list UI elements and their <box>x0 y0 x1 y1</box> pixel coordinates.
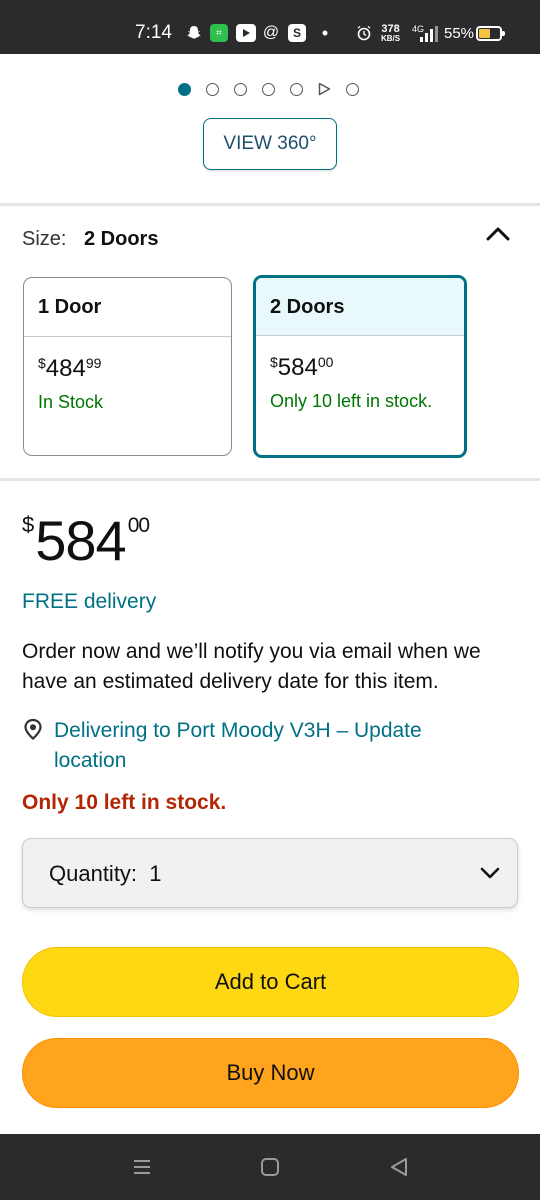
size-label: Size: <box>22 228 67 250</box>
image-carousel-indicator <box>178 82 359 96</box>
size-option-price: $48499 <box>38 355 231 383</box>
alarm-icon <box>354 24 374 42</box>
price-cents: 00 <box>127 514 150 537</box>
youtube-icon <box>236 24 256 42</box>
carousel-video-icon[interactable] <box>318 82 331 96</box>
system-navigation-bar <box>0 1134 540 1200</box>
price-whole: 484 <box>45 355 86 382</box>
size-option-1-door[interactable]: 1 Door $48499 In Stock <box>23 277 232 456</box>
size-option-stock: Only 10 left in stock. <box>270 391 433 411</box>
price-cents: 99 <box>85 355 102 371</box>
add-to-cart-button[interactable]: Add to Cart <box>22 947 519 1017</box>
size-option-name: 1 Door <box>24 278 231 337</box>
price-whole: 584 <box>35 509 126 572</box>
carousel-dot[interactable] <box>290 82 303 96</box>
section-divider <box>0 478 540 481</box>
free-delivery-link[interactable]: FREE delivery <box>22 590 156 614</box>
dot-icon: • <box>321 22 329 43</box>
size-option-price: $58400 <box>270 354 464 382</box>
carousel-dot[interactable] <box>262 82 275 96</box>
buy-now-button[interactable]: Buy Now <box>22 1038 519 1108</box>
threads-icon: @ <box>262 24 280 41</box>
network-speed: 378 KB/S <box>381 24 400 44</box>
price-whole: 584 <box>277 354 318 381</box>
carousel-dot-active[interactable] <box>178 82 191 96</box>
status-bar: 7:14 ⌗ @ S • 378 KB/S 4G 55% <box>0 0 540 54</box>
carousel-dot[interactable] <box>206 82 219 96</box>
home-icon[interactable] <box>258 1156 282 1178</box>
battery-icon <box>476 26 505 41</box>
signal-icon <box>420 26 440 42</box>
chevron-down-icon <box>480 867 500 879</box>
network-speed-unit: KB/S <box>381 34 401 43</box>
back-icon[interactable] <box>387 1156 411 1178</box>
location-pin-icon <box>24 718 42 740</box>
size-option-name: 2 Doors <box>256 278 464 336</box>
price-cents: 00 <box>317 354 334 370</box>
s-app-icon: S <box>288 24 306 42</box>
delivery-location-link[interactable]: Delivering to Port Moody V3H – Update lo… <box>54 716 494 776</box>
snapchat-icon <box>185 24 203 42</box>
status-time: 7:14 <box>135 22 172 43</box>
quantity-label: Quantity: 1 <box>49 861 162 886</box>
price-symbol: $ <box>38 355 46 371</box>
delivery-notice: Order now and we’ll notify you via email… <box>22 640 481 693</box>
section-divider <box>0 203 540 206</box>
chevron-up-icon[interactable] <box>485 224 511 242</box>
quantity-dropdown[interactable]: Quantity: 1 <box>22 838 518 908</box>
product-price: $58400 <box>22 508 150 573</box>
size-option-2-doors[interactable]: 2 Doors $58400 Only 10 left in stock. <box>253 275 467 458</box>
view-360-button[interactable]: VIEW 360° <box>203 118 337 170</box>
price-symbol: $ <box>270 354 278 370</box>
size-selected-value: 2 Doors <box>84 228 159 250</box>
battery-percent: 55% <box>444 25 475 42</box>
carousel-dot[interactable] <box>346 82 359 96</box>
app-icon: ⌗ <box>210 24 228 42</box>
recent-apps-icon[interactable] <box>130 1156 154 1178</box>
carousel-dot[interactable] <box>234 82 247 96</box>
size-option-stock: In Stock <box>38 392 104 412</box>
stock-warning: Only 10 left in stock. <box>22 791 227 814</box>
price-symbol: $ <box>22 512 34 537</box>
